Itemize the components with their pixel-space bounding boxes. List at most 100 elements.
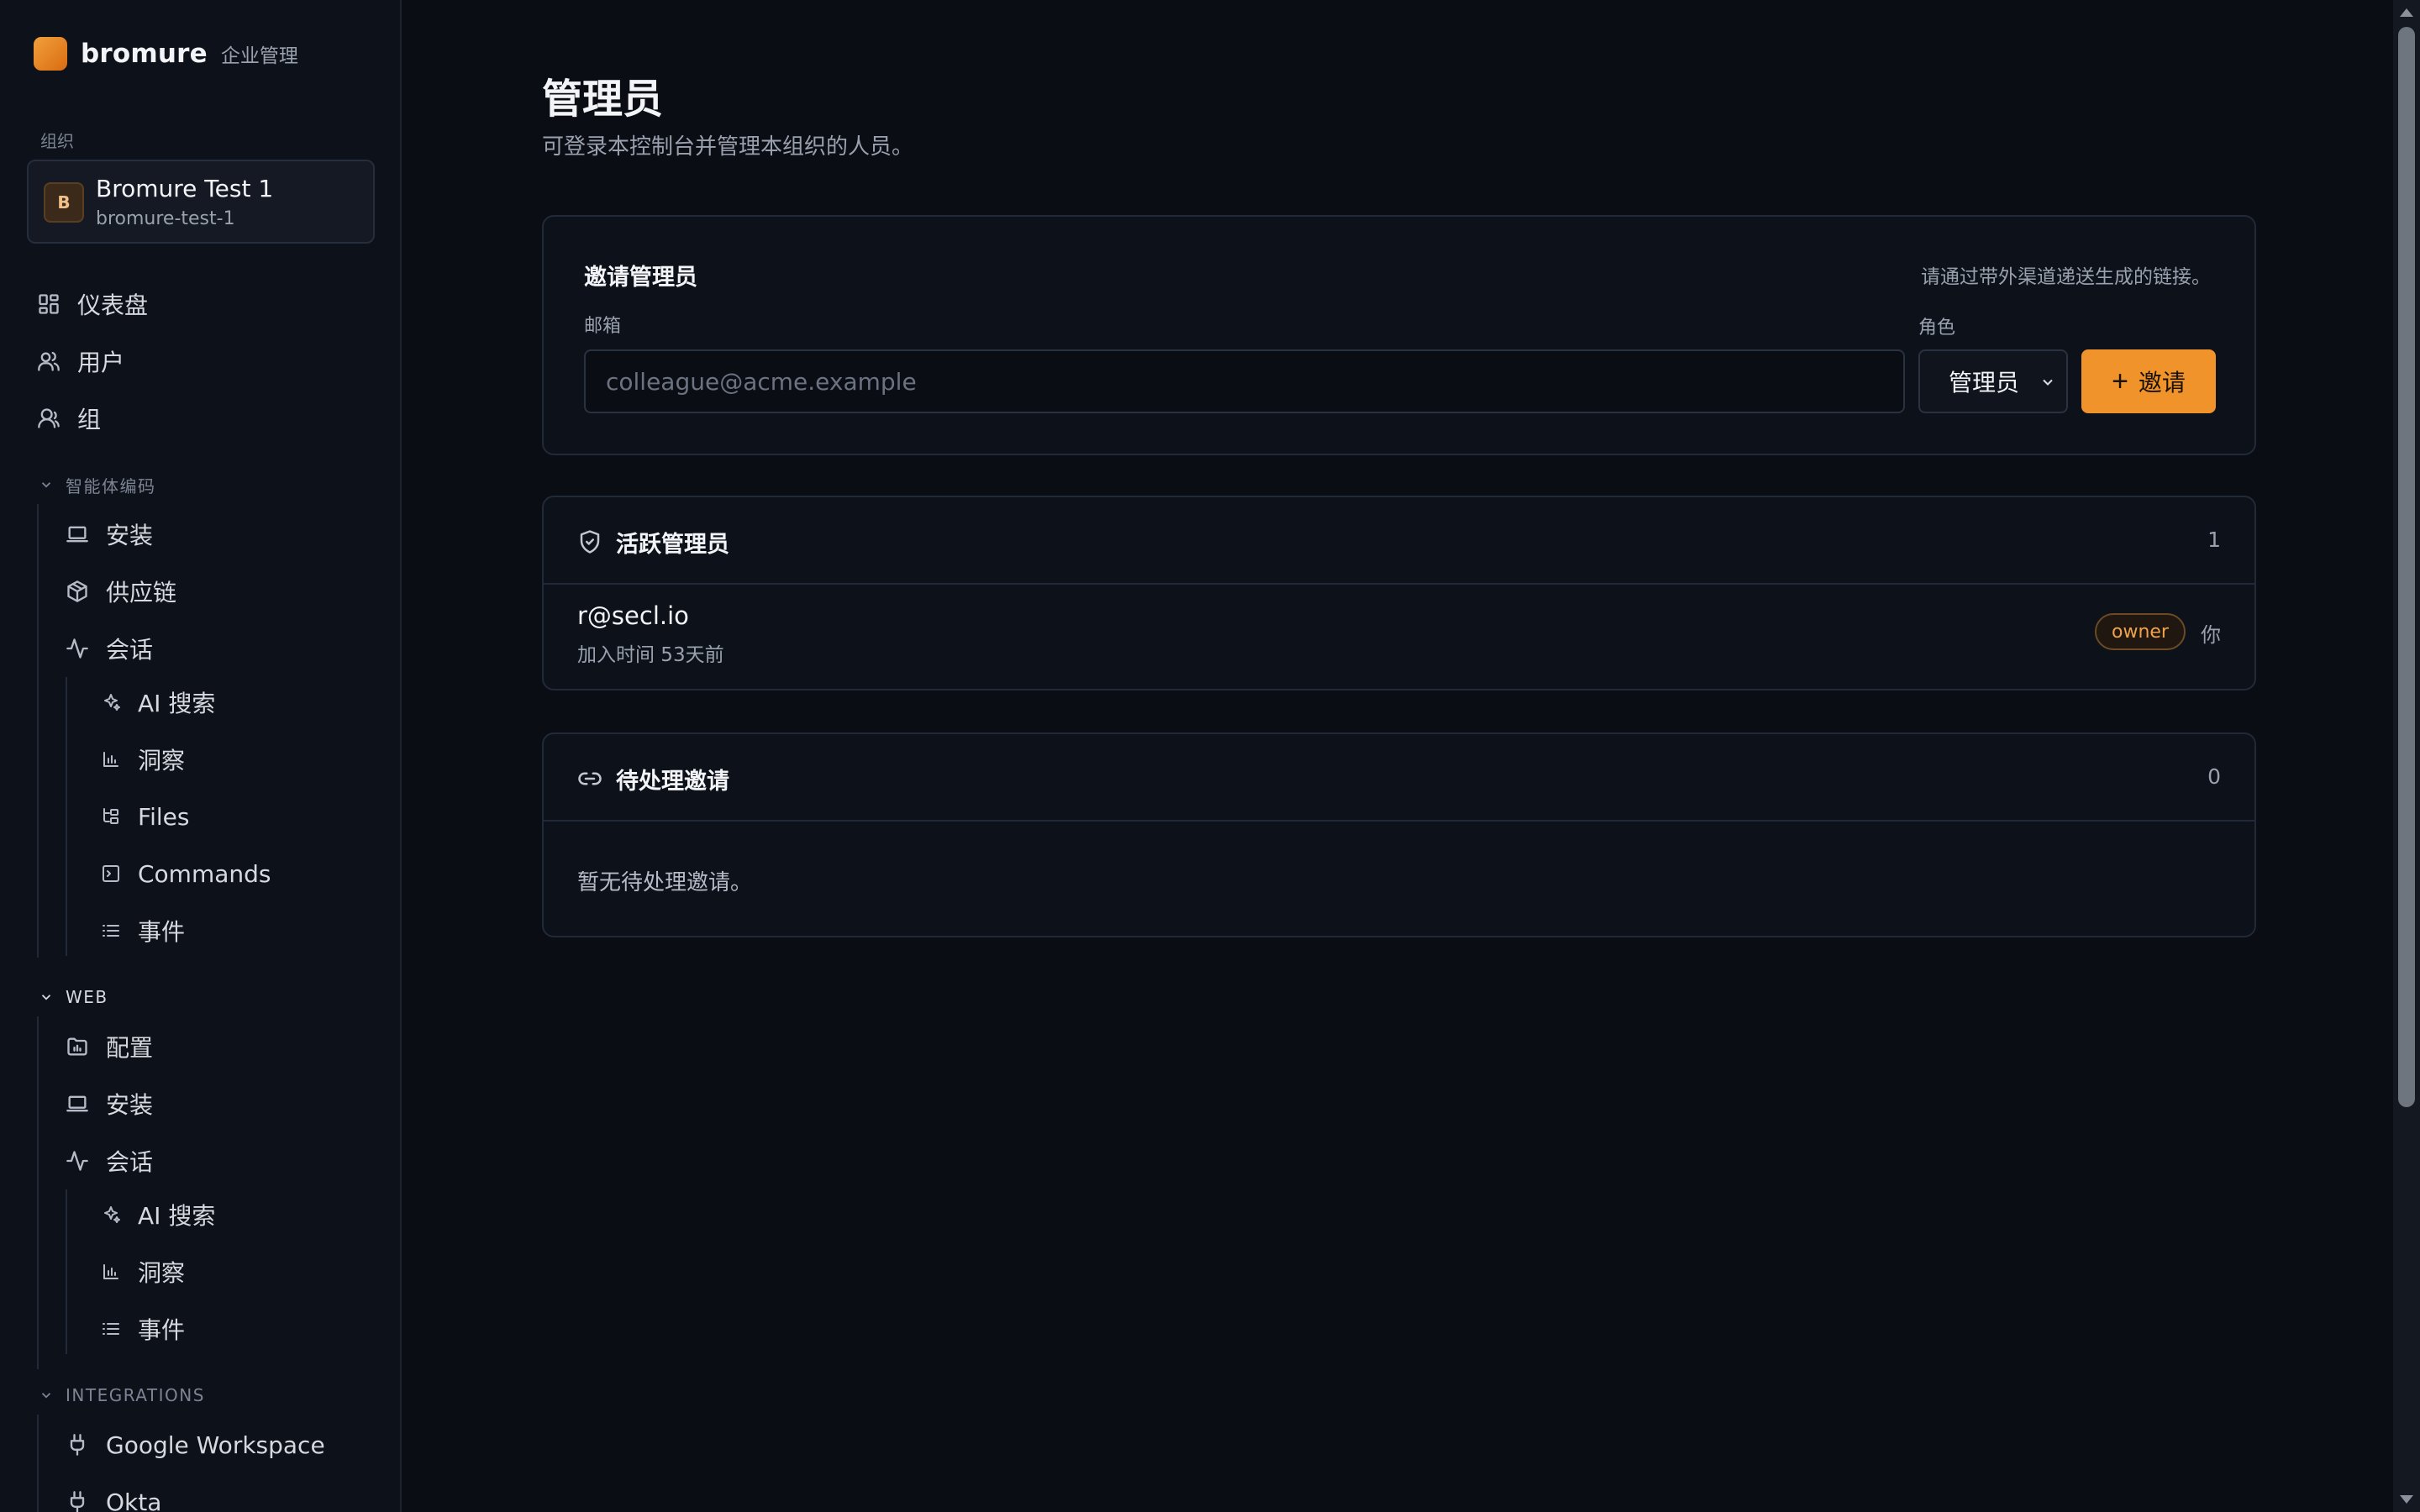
dashboard-icon <box>37 292 60 316</box>
pending-invites-count: 0 <box>2207 764 2221 789</box>
link-icon <box>577 766 602 791</box>
bar-chart-icon <box>99 1260 123 1284</box>
sidebar-item-label: 组 <box>77 406 102 433</box>
sidebar-item-web-insights[interactable]: 洞察 <box>99 1253 185 1290</box>
folder-config-icon <box>66 1035 89 1058</box>
bar-chart-icon <box>99 748 123 771</box>
sidebar-item-agent-insights[interactable]: 洞察 <box>99 741 185 778</box>
sidebar-item-label: 安装 <box>106 1091 154 1119</box>
sidebar-item-users[interactable]: 用户 <box>37 343 124 380</box>
folder-tree-icon <box>99 805 123 828</box>
shield-check-icon <box>577 529 602 554</box>
sidebar-item-agent-ai-search[interactable]: AI 搜索 <box>99 684 215 721</box>
org-switcher[interactable]: B Bromure Test 1 bromure-test-1 <box>27 160 375 244</box>
sidebar-item-web-ai-search[interactable]: AI 搜索 <box>99 1196 215 1233</box>
group-label: 智能体编码 <box>66 475 156 496</box>
pending-invites-card: 待处理邀请 0 暂无待处理邀请。 <box>542 732 2256 937</box>
activity-icon <box>66 637 89 660</box>
chevron-down-icon <box>2043 379 2053 386</box>
org-slug: bromure-test-1 <box>96 208 235 229</box>
sidebar-item-label: 事件 <box>138 918 186 946</box>
invite-button-label: 邀请 <box>2138 370 2186 396</box>
group-toggle-agent-coding[interactable]: 智能体编码 <box>39 472 156 497</box>
activity-icon <box>66 1149 89 1173</box>
sidebar-item-files[interactable]: Files <box>99 798 189 835</box>
group-label: INTEGRATIONS <box>66 1385 205 1405</box>
page-subtitle: 可登录本控制台并管理本组织的人员。 <box>542 134 914 160</box>
admin-email: r@secl.io <box>577 601 689 630</box>
role-select[interactable]: 管理员 <box>1918 349 2068 413</box>
tree-line <box>66 1189 67 1354</box>
sidebar-item-label: AI 搜索 <box>138 690 216 717</box>
sidebar-item-label: 会话 <box>106 1148 154 1176</box>
group-icon <box>37 407 60 430</box>
scroll-down-icon[interactable] <box>2400 1495 2413 1504</box>
sidebar-item-label: 会话 <box>106 636 154 664</box>
tree-line <box>37 504 39 958</box>
sidebar-item-label: 仪表盘 <box>77 291 149 319</box>
sidebar-item-web-sessions[interactable]: 会话 <box>66 1142 153 1179</box>
sidebar-item-label: AI 搜索 <box>138 1202 216 1230</box>
sidebar-item-label: 安装 <box>106 522 154 549</box>
sidebar-item-google-workspace[interactable]: Google Workspace <box>66 1426 325 1463</box>
sidebar-item-supply-chain[interactable]: 供应链 <box>66 573 176 610</box>
role-field-label: 角色 <box>1918 318 1956 339</box>
sidebar-item-commands[interactable]: Commands <box>99 855 271 892</box>
scrollbar-thumb[interactable] <box>2398 27 2415 1107</box>
tree-line <box>37 1415 39 1512</box>
org-avatar: B <box>44 182 84 223</box>
sidebar-item-label: Okta <box>106 1488 162 1512</box>
pending-invites-header: 待处理邀请 0 <box>544 734 2254 822</box>
sidebar-item-agent-install[interactable]: 安装 <box>66 516 153 553</box>
sidebar-item-label: 洞察 <box>138 1259 186 1287</box>
chevron-down-icon <box>41 482 51 488</box>
sidebar-item-web-events[interactable]: 事件 <box>99 1310 185 1347</box>
brand-subtitle: 企业管理 <box>220 45 298 67</box>
owner-badge: owner <box>2095 613 2186 650</box>
brand[interactable]: bromure 企业管理 <box>34 35 298 72</box>
list-item: r@secl.io 加入时间 53天前 owner 你 <box>544 586 2254 690</box>
laptop-icon <box>66 522 89 546</box>
sidebar-item-label: Google Workspace <box>106 1431 325 1459</box>
plug-icon <box>66 1490 89 1512</box>
group-label: WEB <box>66 987 108 1007</box>
plug-icon <box>66 1433 89 1457</box>
org-section-label: 组织 <box>40 131 74 151</box>
chevron-down-icon <box>41 1393 51 1399</box>
sidebar: bromure 企业管理 组织 B Bromure Test 1 bromure… <box>0 0 402 1512</box>
invite-button[interactable]: + 邀请 <box>2081 349 2216 413</box>
brand-name: bromure <box>81 39 208 69</box>
sidebar-item-label: 用户 <box>77 349 125 376</box>
brand-logo-icon <box>34 37 67 71</box>
sidebar-item-label: 配置 <box>106 1034 154 1062</box>
role-select-value: 管理员 <box>1949 369 2020 396</box>
sparkles-icon <box>99 690 123 714</box>
group-toggle-integrations[interactable]: INTEGRATIONS <box>39 1383 205 1408</box>
sidebar-item-web-config[interactable]: 配置 <box>66 1028 153 1065</box>
list-icon <box>99 919 123 942</box>
invite-admin-card: 邀请管理员 请通过带外渠道递送生成的链接。 邮箱 角色 管理员 + 邀请 <box>542 215 2256 455</box>
sidebar-item-label: 洞察 <box>138 747 186 774</box>
sidebar-item-okta[interactable]: Okta <box>66 1483 161 1512</box>
sidebar-item-dashboard[interactable]: 仪表盘 <box>37 286 148 323</box>
sidebar-item-agent-events[interactable]: 事件 <box>99 912 185 949</box>
sidebar-item-label: 供应链 <box>106 579 177 606</box>
scroll-up-icon[interactable] <box>2400 8 2413 17</box>
sidebar-item-agent-sessions[interactable]: 会话 <box>66 630 153 667</box>
active-admins-card: 活跃管理员 1 r@secl.io 加入时间 53天前 owner 你 <box>542 496 2256 690</box>
invite-card-title: 邀请管理员 <box>584 265 697 291</box>
active-admins-count: 1 <box>2207 528 2221 552</box>
sparkles-icon <box>99 1203 123 1226</box>
sidebar-item-web-install[interactable]: 安装 <box>66 1085 153 1122</box>
sidebar-item-groups[interactable]: 组 <box>37 400 101 437</box>
group-toggle-web[interactable]: WEB <box>39 984 108 1010</box>
sidebar-item-label: 事件 <box>138 1316 186 1344</box>
you-label: 你 <box>2201 623 2221 647</box>
users-icon <box>37 349 60 373</box>
admin-joined: 加入时间 53天前 <box>577 644 724 666</box>
tree-line <box>37 1016 39 1369</box>
page-title: 管理员 <box>542 76 664 123</box>
page-scrollbar[interactable] <box>2393 0 2420 1512</box>
email-field[interactable] <box>584 349 1905 413</box>
pending-invites-title: 待处理邀请 <box>616 769 729 795</box>
